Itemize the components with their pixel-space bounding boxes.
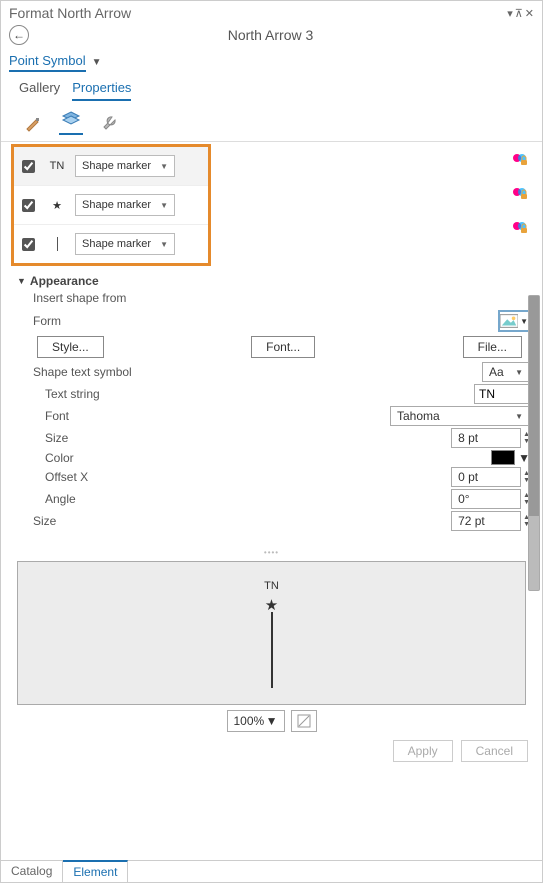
font-button[interactable]: Font... [251, 336, 315, 358]
insert-shape-label: Insert shape from [33, 288, 530, 308]
layer-marker-label: Shape marker [82, 199, 151, 211]
offset-x-label: Offset X [45, 470, 451, 484]
pin-icon[interactable]: ⊼ [515, 7, 523, 20]
chevron-down-icon: ▼ [160, 240, 168, 249]
vertical-scrollbar[interactable] [528, 295, 540, 591]
sub-header: ← North Arrow 3 [1, 21, 542, 49]
zoom-row: 100% ▼ [1, 710, 542, 732]
pane-title-bar: Format North Arrow ▾ ⊼ ✕ [1, 1, 542, 21]
size-inner-input[interactable]: 8 pt [451, 428, 521, 448]
cancel-button[interactable]: Cancel [461, 740, 528, 762]
close-icon[interactable]: ✕ [525, 7, 534, 20]
font-label: Font [45, 409, 390, 423]
layer-marker-select[interactable]: Shape marker ▼ [75, 155, 175, 177]
layer-checkbox[interactable] [22, 238, 35, 251]
chevron-down-icon: ▼ [515, 412, 523, 421]
color-lock-icon[interactable] [512, 186, 528, 202]
layer-checkbox[interactable] [22, 199, 35, 212]
splitter[interactable]: •••• [1, 549, 542, 555]
preview-line-icon [271, 612, 273, 688]
text-string-label: Text string [45, 387, 474, 401]
wrench-tool-icon[interactable] [97, 111, 121, 135]
chevron-down-icon: ▼ [520, 317, 528, 326]
layer-checkbox[interactable] [22, 160, 35, 173]
font-select[interactable]: Tahoma ▼ [390, 406, 530, 426]
appearance-header[interactable]: ▼ Appearance [17, 274, 530, 288]
angle-label: Angle [45, 492, 451, 506]
chevron-down-icon: ▼ [160, 162, 168, 171]
preview-text-tn: TN [264, 580, 279, 592]
size-outer-label: Size [33, 514, 451, 528]
text-string-input[interactable] [474, 384, 530, 404]
tab-gallery[interactable]: Gallery [19, 80, 60, 101]
zoom-actual-size-button[interactable] [291, 710, 317, 732]
layer-icon-text: TN [45, 158, 69, 174]
breadcrumb-point-symbol[interactable]: Point Symbol [9, 53, 86, 72]
layer-marker-label: Shape marker [82, 238, 151, 250]
size-outer-input[interactable]: 72 pt [451, 511, 521, 531]
shape-text-symbol-label: Shape text symbol [33, 365, 482, 379]
zoom-select[interactable]: 100% ▼ [227, 710, 285, 732]
appearance-title: Appearance [30, 274, 99, 288]
style-button[interactable]: Style... [37, 336, 104, 358]
chevron-down-icon[interactable]: ▼ [92, 57, 102, 68]
layers-tool-icon[interactable] [59, 111, 83, 135]
layer-icon-line [45, 236, 69, 252]
layer-row[interactable]: ★ Shape marker ▼ [14, 186, 208, 225]
scrollbar-handle[interactable] [529, 296, 539, 516]
tab-row: Gallery Properties [1, 74, 542, 101]
color-swatch[interactable] [491, 450, 515, 465]
form-label: Form [33, 314, 498, 328]
form-picture-picker[interactable]: ▼ [498, 310, 530, 332]
preview-canvas: TN ★ [17, 561, 526, 705]
apply-button[interactable]: Apply [393, 740, 453, 762]
footer-buttons: Apply Cancel [1, 732, 542, 766]
layer-row[interactable]: TN Shape marker ▼ [14, 147, 208, 186]
breadcrumb: Point Symbol ▼ [1, 49, 542, 74]
appearance-section: ▼ Appearance Insert shape from Form ▼ St… [1, 268, 542, 535]
color-label: Color [45, 451, 491, 465]
offset-x-input[interactable]: 0 pt [451, 467, 521, 487]
bottom-tab-row: Catalog Element [1, 860, 542, 882]
chevron-down-icon: ▼ [266, 714, 278, 728]
file-button[interactable]: File... [463, 336, 522, 358]
tab-properties[interactable]: Properties [72, 80, 131, 101]
bottom-tab-element[interactable]: Element [63, 860, 128, 882]
color-lock-icon[interactable] [512, 152, 528, 168]
color-lock-icon[interactable] [512, 220, 528, 236]
layer-marker-label: Shape marker [82, 160, 151, 172]
chevron-down-icon: ▼ [160, 201, 168, 210]
pane-title: Format North Arrow [9, 5, 131, 21]
angle-input[interactable]: 0° [451, 489, 521, 509]
layer-list-highlight: TN Shape marker ▼ ★ Shape marker ▼ Shape… [11, 144, 211, 266]
layer-icon-star: ★ [45, 197, 69, 213]
tool-row [1, 101, 542, 135]
pane-subtitle: North Arrow 3 [37, 27, 534, 43]
shape-text-symbol-select[interactable]: Aa ▼ [482, 362, 530, 382]
layer-marker-select[interactable]: Shape marker ▼ [75, 233, 175, 255]
bottom-tab-catalog[interactable]: Catalog [1, 861, 63, 882]
chevron-down-icon: ▼ [17, 276, 26, 286]
size-inner-label: Size [45, 431, 451, 445]
layer-row[interactable]: Shape marker ▼ [14, 225, 208, 263]
layer-marker-select[interactable]: Shape marker ▼ [75, 194, 175, 216]
back-button[interactable]: ← [9, 25, 29, 45]
brush-tool-icon[interactable] [21, 111, 45, 135]
dropdown-icon[interactable]: ▾ [507, 7, 513, 20]
chevron-down-icon: ▼ [515, 368, 523, 377]
